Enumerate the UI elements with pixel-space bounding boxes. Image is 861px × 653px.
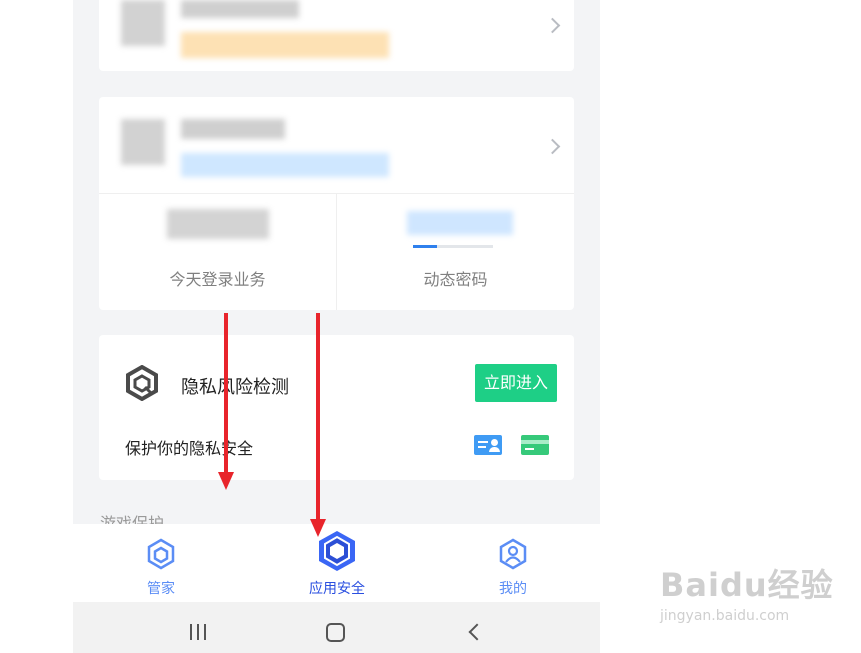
chevron-right-icon xyxy=(544,138,561,155)
annotation-arrow-left-head xyxy=(218,472,234,490)
system-nav-bar xyxy=(73,602,600,653)
tab-mine[interactable]: 我的 xyxy=(425,524,600,602)
privacy-shield-icon xyxy=(126,365,158,401)
annotation-arrow-right xyxy=(316,313,320,520)
tab-label: 应用安全 xyxy=(309,581,365,597)
home-icon[interactable] xyxy=(326,623,345,642)
tab-guanjia[interactable]: 管家 xyxy=(73,524,249,602)
account-row-2[interactable] xyxy=(99,97,574,194)
chevron-right-icon xyxy=(544,17,561,34)
back-icon[interactable] xyxy=(468,623,486,641)
account-name-blurred xyxy=(181,119,285,139)
privacy-subtitle: 保护你的隐私安全 xyxy=(125,439,254,458)
privacy-title: 隐私风险检测 xyxy=(181,377,289,398)
user-hexagon-icon xyxy=(499,538,527,570)
hexagon-icon xyxy=(147,538,175,570)
tab-label: 管家 xyxy=(147,581,175,597)
account-status-blurred xyxy=(181,153,389,177)
stat-login-business[interactable] xyxy=(99,193,336,310)
recent-apps-icon[interactable] xyxy=(190,624,208,640)
account-tag-blurred xyxy=(181,32,389,58)
stat-dynamic-password[interactable] xyxy=(337,193,574,310)
enter-button[interactable]: 立即进入 xyxy=(475,364,557,402)
annotation-arrow-left xyxy=(224,313,228,473)
account-avatar-blurred xyxy=(121,119,165,165)
account-name-blurred xyxy=(181,0,299,18)
watermark-url: jingyan.baidu.com xyxy=(660,608,790,624)
annotation-arrow-right-head xyxy=(310,519,326,537)
account-card-1[interactable] xyxy=(99,0,574,71)
id-card-icon xyxy=(474,435,502,455)
baidu-jingyan-watermark: Baidu经验 jingyan.baidu.com xyxy=(660,560,834,624)
password-timer-track xyxy=(413,245,493,248)
password-value-blurred xyxy=(407,211,513,235)
tab-label: 我的 xyxy=(499,581,527,597)
bank-card-icon xyxy=(521,435,549,455)
bottom-tab-bar: 管家 应用安全 我的 xyxy=(73,524,600,602)
stat-password-label: 动态密码 xyxy=(423,270,488,289)
stat-login-label: 今天登录业务 xyxy=(169,270,266,289)
account-avatar-blurred xyxy=(121,0,165,46)
privacy-card: 隐私风险检测 立即进入 保护你的隐私安全 xyxy=(99,335,574,480)
phone-screen: 今天登录业务 动态密码 隐私风险检测 立即进入 保护你的隐私安全 游戏保护 xyxy=(73,0,600,653)
password-timer-fill xyxy=(413,245,437,248)
watermark-brand: Baidu经验 xyxy=(660,566,834,604)
stat-value-blurred xyxy=(167,209,269,239)
tab-app-security[interactable]: 应用安全 xyxy=(249,524,425,602)
